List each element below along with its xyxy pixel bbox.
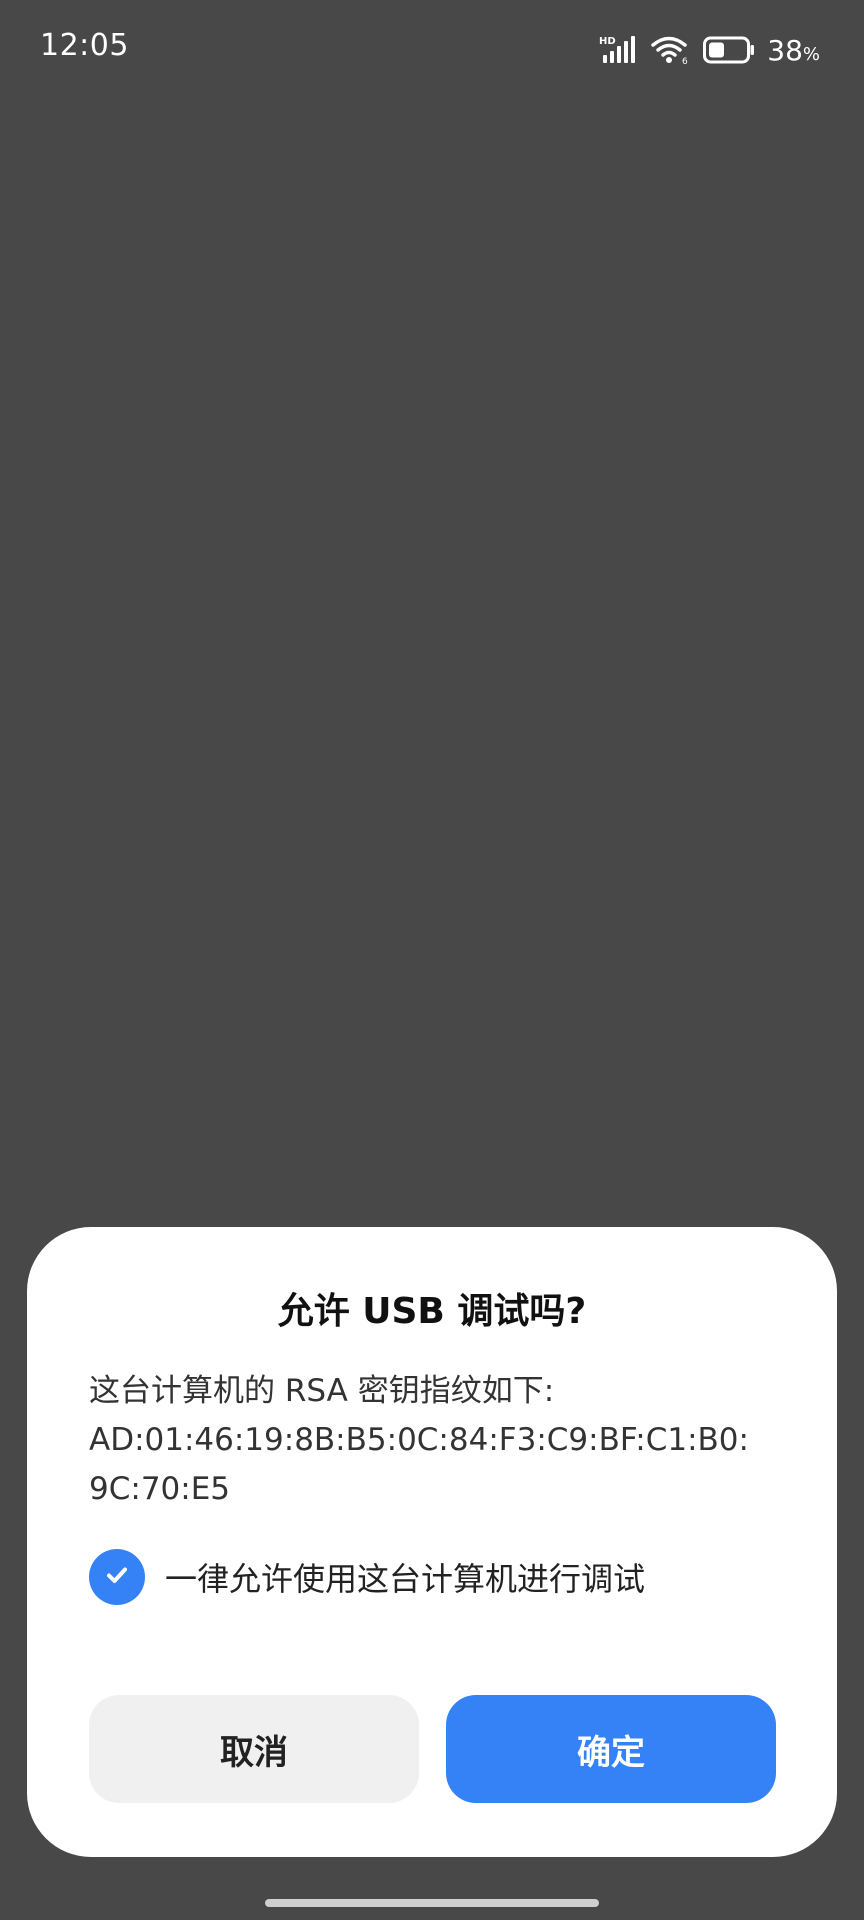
check-icon: [102, 1560, 132, 1594]
status-icons: HD 6 38%: [599, 30, 820, 70]
battery-icon: [703, 36, 755, 64]
network-type-label: HD: [599, 36, 616, 47]
cancel-button[interactable]: 取消: [89, 1695, 419, 1803]
usb-debugging-dialog: 允许 USB 调试吗? 这台计算机的 RSA 密钥指纹如下: AD:01:46:…: [27, 1227, 837, 1857]
status-bar: 12:05 HD 6 38%: [0, 0, 864, 100]
always-allow-option[interactable]: 一律允许使用这台计算机进行调试: [89, 1547, 645, 1607]
wifi-icon: 6: [651, 35, 691, 65]
confirm-button[interactable]: 确定: [446, 1695, 776, 1803]
rsa-fingerprint-message: 这台计算机的 RSA 密钥指纹如下: AD:01:46:19:8B:B5:0C:…: [89, 1373, 749, 1507]
signal-icon: HD: [599, 35, 639, 65]
always-allow-checkbox[interactable]: [89, 1549, 145, 1605]
always-allow-label: 一律允许使用这台计算机进行调试: [165, 1560, 646, 1598]
svg-text:6: 6: [682, 57, 688, 65]
dialog-title: 允许 USB 调试吗?: [277, 1291, 587, 1332]
battery-percentage: 38%: [767, 33, 820, 67]
status-time: 12:05: [40, 28, 129, 63]
home-indicator[interactable]: [265, 1899, 599, 1907]
